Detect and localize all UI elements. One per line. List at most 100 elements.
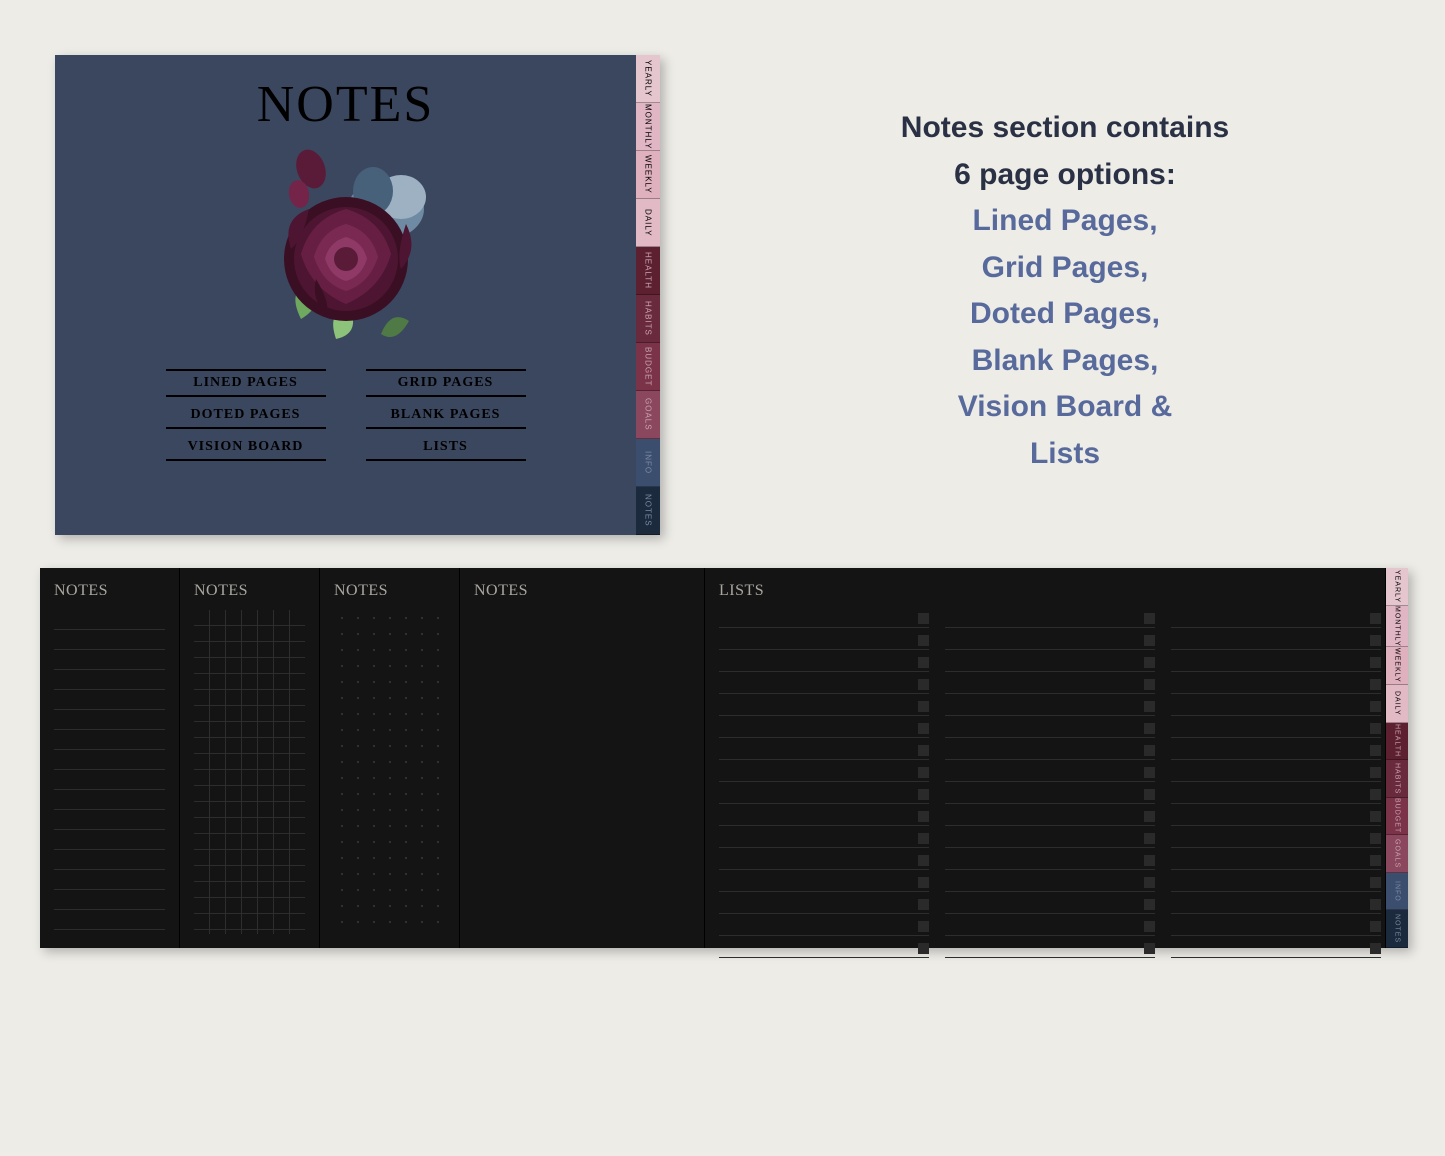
- list-row[interactable]: [719, 742, 929, 760]
- list-row[interactable]: [945, 676, 1155, 694]
- tab-monthly[interactable]: MONTHLY: [636, 103, 660, 151]
- list-row[interactable]: [719, 764, 929, 782]
- list-row[interactable]: [719, 610, 929, 628]
- tab-info[interactable]: INFO: [636, 439, 660, 487]
- dotted-area: [334, 610, 445, 934]
- list-row[interactable]: [1171, 830, 1381, 848]
- list-row[interactable]: [719, 698, 929, 716]
- link-doted-pages[interactable]: DOTED PAGES: [166, 403, 326, 429]
- tab-yearly[interactable]: YEARLY: [636, 55, 660, 103]
- list-column: [719, 610, 929, 958]
- tab-yearly[interactable]: YEARLY: [1386, 568, 1408, 606]
- list-row[interactable]: [1171, 918, 1381, 936]
- list-row[interactable]: [1171, 698, 1381, 716]
- list-row[interactable]: [1171, 720, 1381, 738]
- list-row[interactable]: [945, 830, 1155, 848]
- list-row[interactable]: [945, 896, 1155, 914]
- list-row[interactable]: [719, 940, 929, 958]
- list-row[interactable]: [719, 874, 929, 892]
- desc-opt-blank: Blank Pages,: [770, 338, 1360, 385]
- list-row[interactable]: [945, 874, 1155, 892]
- cover-link-grid: LINED PAGES GRID PAGES DOTED PAGES BLANK…: [166, 369, 526, 461]
- tab-monthly[interactable]: MONTHLY: [1386, 606, 1408, 648]
- tab-notes[interactable]: NOTES: [636, 487, 660, 535]
- list-row[interactable]: [1171, 676, 1381, 694]
- desc-opt-vision: Vision Board &: [770, 384, 1360, 431]
- tab-budget[interactable]: BUDGET: [636, 343, 660, 391]
- link-vision-board[interactable]: VISION BOARD: [166, 435, 326, 461]
- list-column: [945, 610, 1155, 958]
- list-row[interactable]: [1171, 786, 1381, 804]
- list-row[interactable]: [945, 610, 1155, 628]
- tab-weekly[interactable]: WEEKLY: [1386, 647, 1408, 685]
- tab-health[interactable]: HEALTH: [636, 247, 660, 295]
- list-row[interactable]: [1171, 940, 1381, 958]
- tab-habits[interactable]: HABITS: [1386, 760, 1408, 798]
- list-row[interactable]: [719, 632, 929, 650]
- tab-budget[interactable]: BUDGET: [1386, 798, 1408, 836]
- tab-info[interactable]: INFO: [1386, 873, 1408, 911]
- list-row[interactable]: [1171, 610, 1381, 628]
- list-row[interactable]: [945, 940, 1155, 958]
- list-row[interactable]: [719, 896, 929, 914]
- panel-blank[interactable]: NOTES: [460, 568, 705, 948]
- list-row[interactable]: [1171, 742, 1381, 760]
- desc-opt-lists: Lists: [770, 431, 1360, 478]
- list-row[interactable]: [1171, 896, 1381, 914]
- link-lined-pages[interactable]: LINED PAGES: [166, 369, 326, 397]
- list-row[interactable]: [945, 632, 1155, 650]
- desc-line-1: Notes section contains: [770, 105, 1360, 152]
- cover-title: NOTES: [257, 75, 435, 134]
- list-row[interactable]: [719, 830, 929, 848]
- link-grid-pages[interactable]: GRID PAGES: [366, 369, 526, 397]
- panel-lined-title: NOTES: [54, 582, 165, 600]
- tab-daily[interactable]: DAILY: [636, 199, 660, 247]
- link-lists[interactable]: LISTS: [366, 435, 526, 461]
- list-row[interactable]: [719, 918, 929, 936]
- list-row[interactable]: [945, 654, 1155, 672]
- blank-area: [474, 610, 690, 934]
- panel-dotted-title: NOTES: [334, 582, 445, 600]
- panel-lists-title: LISTS: [719, 582, 1381, 600]
- tab-goals[interactable]: GOALS: [636, 391, 660, 439]
- strip-side-tabs: YEARLYMONTHLYWEEKLYDAILYHEALTHHABITSBUDG…: [1386, 568, 1408, 948]
- list-row[interactable]: [945, 698, 1155, 716]
- panel-grid-title: NOTES: [194, 582, 305, 600]
- list-row[interactable]: [945, 720, 1155, 738]
- tab-notes[interactable]: NOTES: [1386, 910, 1408, 948]
- list-row[interactable]: [719, 852, 929, 870]
- list-row[interactable]: [719, 786, 929, 804]
- list-row[interactable]: [719, 720, 929, 738]
- tab-weekly[interactable]: WEEKLY: [636, 151, 660, 199]
- list-row[interactable]: [719, 654, 929, 672]
- list-row[interactable]: [945, 764, 1155, 782]
- list-row[interactable]: [945, 742, 1155, 760]
- list-row[interactable]: [945, 786, 1155, 804]
- list-row[interactable]: [1171, 852, 1381, 870]
- panel-lined[interactable]: NOTES: [40, 568, 180, 948]
- tab-goals[interactable]: GOALS: [1386, 835, 1408, 873]
- list-row[interactable]: [945, 852, 1155, 870]
- page-samples-strip: NOTES NOTES NOTES NOTES LISTS YEARLYMONT…: [40, 568, 1408, 948]
- panel-dotted[interactable]: NOTES: [320, 568, 460, 948]
- list-row[interactable]: [719, 808, 929, 826]
- list-row[interactable]: [945, 808, 1155, 826]
- panel-grid[interactable]: NOTES: [180, 568, 320, 948]
- list-row[interactable]: [719, 676, 929, 694]
- tab-habits[interactable]: HABITS: [636, 295, 660, 343]
- list-row[interactable]: [945, 918, 1155, 936]
- panel-lists[interactable]: LISTS: [705, 568, 1386, 948]
- list-row[interactable]: [1171, 654, 1381, 672]
- tab-health[interactable]: HEALTH: [1386, 723, 1408, 761]
- cover-side-tabs: YEARLYMONTHLYWEEKLYDAILYHEALTHHABITSBUDG…: [636, 55, 660, 535]
- list-row[interactable]: [1171, 764, 1381, 782]
- description-text: Notes section contains 6 page options: L…: [770, 105, 1360, 477]
- tab-daily[interactable]: DAILY: [1386, 685, 1408, 723]
- list-row[interactable]: [1171, 874, 1381, 892]
- list-row[interactable]: [1171, 808, 1381, 826]
- grid-area: [194, 610, 305, 934]
- desc-opt-grid: Grid Pages,: [770, 245, 1360, 292]
- lists-columns: [719, 610, 1381, 958]
- link-blank-pages[interactable]: BLANK PAGES: [366, 403, 526, 429]
- list-row[interactable]: [1171, 632, 1381, 650]
